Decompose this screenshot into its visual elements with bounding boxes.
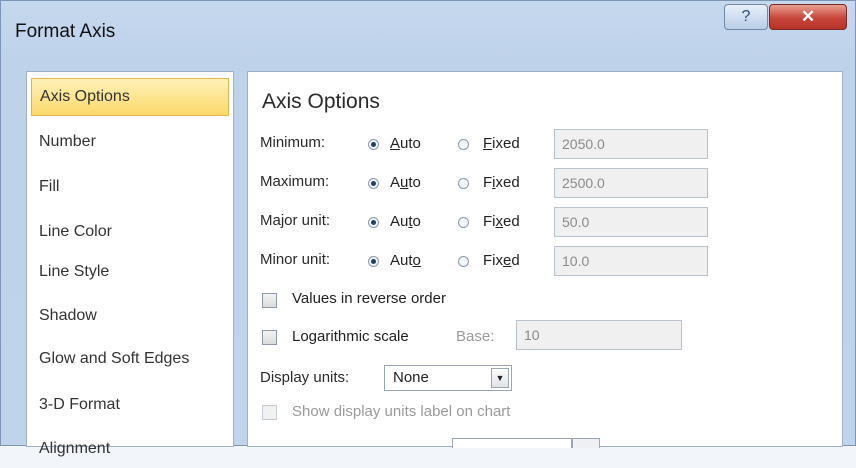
panel-heading: Axis Options bbox=[262, 90, 380, 113]
close-button[interactable]: ✕ bbox=[769, 4, 847, 30]
show-units-label-checkbox[interactable] bbox=[262, 405, 277, 420]
display-units-select[interactable]: None ▼ bbox=[384, 365, 512, 391]
chevron-down-icon[interactable]: ▼ bbox=[491, 368, 509, 388]
reverse-order-label[interactable]: Values in reverse order bbox=[292, 290, 446, 307]
format-axis-dialog: Format Axis ? ✕ Axis Options Number Fill… bbox=[0, 0, 856, 457]
log-base-label: Base: bbox=[456, 328, 495, 345]
sidebar-item-glow-soft-edges[interactable]: Glow and Soft Edges bbox=[31, 340, 229, 378]
minimum-auto-label[interactable]: Auto bbox=[390, 135, 421, 152]
maximum-fixed-radio[interactable] bbox=[458, 178, 469, 189]
log-scale-checkbox[interactable] bbox=[262, 330, 277, 345]
maximum-auto-label[interactable]: Auto bbox=[390, 174, 421, 191]
category-sidebar: Axis Options Number Fill Line Color Line… bbox=[26, 71, 234, 457]
dialog-title: Format Axis bbox=[15, 21, 116, 42]
next-row-partial bbox=[248, 438, 842, 448]
help-icon: ? bbox=[741, 8, 751, 25]
minimum-auto-radio[interactable] bbox=[368, 139, 379, 150]
partial-select-arrow[interactable] bbox=[572, 438, 600, 448]
major-unit-label: Major unit: bbox=[260, 212, 331, 229]
display-units-label: Display units: bbox=[260, 369, 350, 386]
major-unit-value-field[interactable]: 50.0 bbox=[554, 207, 708, 237]
maximum-label: Maximum: bbox=[260, 173, 330, 190]
sidebar-item-line-color[interactable]: Line Color bbox=[31, 213, 229, 251]
sidebar-item-axis-options[interactable]: Axis Options bbox=[31, 78, 229, 116]
minimum-fixed-radio[interactable] bbox=[458, 139, 469, 150]
minor-unit-auto-label[interactable]: Auto bbox=[390, 252, 421, 269]
reverse-order-checkbox[interactable] bbox=[262, 293, 277, 308]
major-unit-fixed-radio[interactable] bbox=[458, 217, 469, 228]
maximum-fixed-label[interactable]: Fixed bbox=[483, 174, 520, 191]
minor-unit-auto-radio[interactable] bbox=[368, 256, 379, 267]
title-bar[interactable]: Format Axis ? ✕ bbox=[1, 1, 855, 67]
minor-unit-fixed-label[interactable]: Fixed bbox=[483, 252, 520, 269]
partial-select-field[interactable] bbox=[452, 438, 572, 448]
sidebar-item-line-style[interactable]: Line Style bbox=[31, 253, 229, 291]
close-icon: ✕ bbox=[800, 7, 816, 26]
minor-unit-fixed-radio[interactable] bbox=[458, 256, 469, 267]
minimum-fixed-label[interactable]: Fixed bbox=[483, 135, 520, 152]
maximum-value-field[interactable]: 2500.0 bbox=[554, 168, 708, 198]
sidebar-item-alignment[interactable]: Alignment bbox=[31, 430, 229, 468]
log-scale-label[interactable]: Logarithmic scale bbox=[292, 328, 409, 345]
sidebar-item-3d-format[interactable]: 3-D Format bbox=[31, 386, 229, 424]
minor-unit-value-field[interactable]: 10.0 bbox=[554, 246, 708, 276]
minimum-label: Minimum: bbox=[260, 134, 326, 151]
display-units-value: None bbox=[393, 369, 429, 386]
show-units-label-text: Show display units label on chart bbox=[292, 403, 511, 420]
sidebar-item-shadow[interactable]: Shadow bbox=[31, 297, 229, 335]
help-button[interactable]: ? bbox=[724, 4, 768, 30]
major-unit-auto-radio[interactable] bbox=[368, 217, 379, 228]
minor-unit-label: Minor unit: bbox=[260, 251, 331, 268]
axis-options-panel: Axis Options Minimum: Auto Fixed 2050.0 … bbox=[247, 71, 843, 448]
maximum-auto-radio[interactable] bbox=[368, 178, 379, 189]
major-unit-auto-label[interactable]: Auto bbox=[390, 213, 421, 230]
major-unit-fixed-label[interactable]: Fixed bbox=[483, 213, 520, 230]
log-base-field[interactable]: 10 bbox=[516, 320, 682, 350]
minimum-value-field[interactable]: 2050.0 bbox=[554, 129, 708, 159]
sidebar-item-number[interactable]: Number bbox=[31, 123, 229, 161]
sidebar-item-fill[interactable]: Fill bbox=[31, 168, 229, 206]
